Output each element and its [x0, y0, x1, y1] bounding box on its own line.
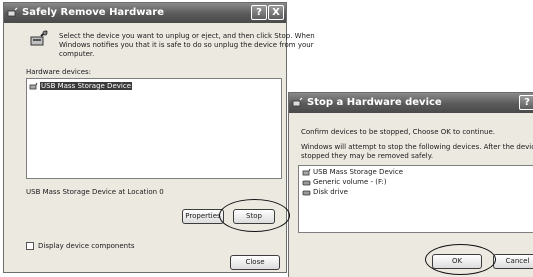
list-item[interactable]: Disk drive: [302, 188, 348, 197]
confirm-text: Confirm devices to be stopped, Choose OK…: [301, 128, 495, 136]
stop-button[interactable]: Stop: [233, 209, 275, 224]
window-title: Stop a Hardware device: [307, 97, 442, 108]
hardware-icon: [30, 30, 48, 46]
list-item[interactable]: Generic volume - (F:): [302, 178, 387, 187]
hardware-devices-label: Hardware devices:: [26, 68, 92, 76]
device-label: Generic volume - (F:): [313, 178, 387, 186]
instruction-line-3: computer.: [59, 50, 95, 58]
close-button[interactable]: Close: [230, 255, 280, 270]
device-location-text: USB Mass Storage Device at Location 0: [26, 188, 164, 196]
list-item[interactable]: USB Mass Storage Device: [29, 82, 132, 91]
warning-line-2: stopped they may be removed safely.: [301, 152, 434, 160]
device-label: USB Mass Storage Device: [40, 82, 132, 90]
usb-device-icon: [29, 82, 38, 90]
title-bar[interactable]: Stop a Hardware device ?: [289, 93, 533, 113]
list-item[interactable]: USB Mass Storage Device: [302, 168, 403, 177]
ok-button[interactable]: OK: [432, 254, 482, 269]
stop-hardware-device-window: Stop a Hardware device ? Confirm devices…: [288, 92, 533, 277]
safely-remove-hardware-window: Safely Remove Hardware ? X Select the de…: [3, 2, 315, 273]
drive-icon: [302, 190, 311, 196]
hardware-devices-list[interactable]: USB Mass Storage Device: [26, 78, 282, 179]
device-label: USB Mass Storage Device: [313, 168, 403, 176]
close-window-button[interactable]: X: [268, 5, 284, 20]
help-button[interactable]: ?: [251, 5, 267, 20]
instruction-line-1: Select the device you want to unplug or …: [59, 32, 315, 40]
help-button[interactable]: ?: [519, 95, 533, 110]
cancel-button[interactable]: Cancel: [493, 254, 533, 269]
display-components-label: Display device components: [38, 242, 135, 250]
warning-line-1: Windows will attempt to stop the followi…: [301, 143, 533, 151]
devices-to-stop-list[interactable]: USB Mass Storage Device Generic volume -…: [298, 165, 533, 233]
display-components-checkbox[interactable]: [26, 242, 34, 250]
properties-button[interactable]: Properties: [182, 209, 224, 224]
safely-remove-hardware-icon: [292, 97, 303, 107]
instruction-line-2: Windows notifies you that it is safe to …: [59, 41, 314, 49]
usb-device-icon: [302, 168, 311, 176]
safely-remove-hardware-icon: [7, 7, 18, 17]
device-label: Disk drive: [313, 188, 348, 196]
window-title: Safely Remove Hardware: [22, 7, 164, 18]
title-bar[interactable]: Safely Remove Hardware ? X: [4, 3, 286, 23]
drive-icon: [302, 180, 311, 186]
